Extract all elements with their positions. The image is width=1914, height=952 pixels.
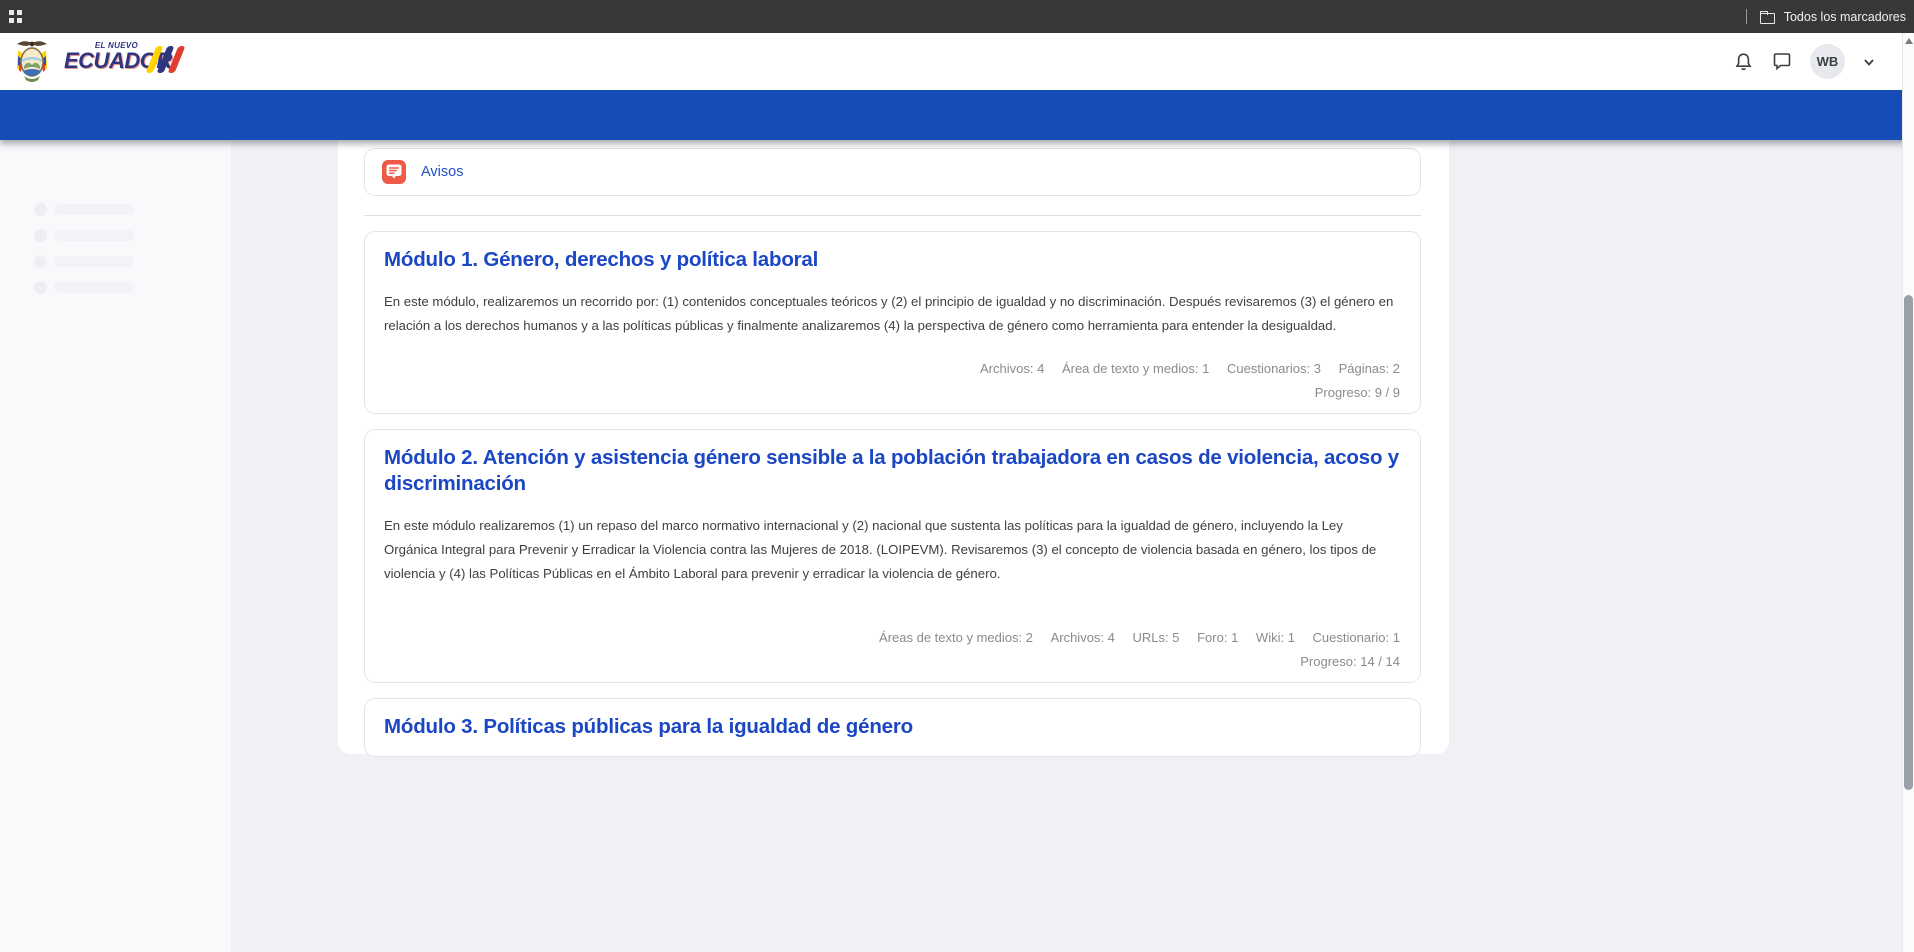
course-index-drawer [0,140,231,952]
module-1-description: En este módulo, realizaremos un recorrid… [384,290,1400,338]
stat-item: Cuestionarios: 3 [1227,361,1321,376]
stat-item: Archivos: 4 [980,361,1044,376]
stat-item: Archivos: 4 [1051,630,1115,645]
module-2-title-link[interactable]: Módulo 2. Atención y asistencia género s… [384,445,1400,497]
scrollbar-up-arrow[interactable] [1905,38,1913,44]
module-1-title-link[interactable]: Módulo 1. Género, derechos y política la… [384,247,1400,273]
all-bookmarks-button[interactable]: Todos los marcadores [1784,10,1906,24]
stat-item: URLs: 5 [1133,630,1180,645]
module-1-progress: Progreso: 9 / 9 [384,385,1400,400]
announcements-card[interactable]: Avisos [364,148,1421,196]
logo-slashes-icon [151,46,180,73]
module-2-progress: Progreso: 14 / 14 [384,654,1400,669]
module-2-activity-summary: Áreas de texto y medios: 2 Archivos: 4 U… [384,630,1400,669]
window-scrollbar[interactable] [1902,33,1914,952]
el-nuevo-ecuador-wordmark: EL NUEVO ECUADOR [64,38,176,84]
folder-icon [1760,11,1775,23]
stat-item: Cuestionario: 1 [1313,630,1400,645]
stat-item: Páginas: 2 [1339,361,1400,376]
stat-item: Áreas de texto y medios: 2 [879,630,1033,645]
apps-grid-icon[interactable] [9,10,22,23]
site-logo[interactable]: EL NUEVO ECUADOR [14,38,176,84]
user-avatar[interactable]: WB [1810,44,1845,79]
module-3-title-link[interactable]: Módulo 3. Políticas públicas para la igu… [384,714,1400,740]
skeleton-item [34,255,134,268]
page-background: Avisos Módulo 1. Género, derechos y polí… [0,140,1914,952]
module-1-card: Módulo 1. Género, derechos y política la… [364,231,1421,414]
forum-announcement-icon [382,160,406,184]
ecuador-coat-of-arms-icon [14,38,50,84]
module-2-description: En este módulo realizaremos (1) un repas… [384,514,1400,586]
scrollbar-thumb[interactable] [1904,295,1913,790]
stat-item: Foro: 1 [1197,630,1238,645]
section-divider [364,215,1421,216]
primary-navbar [0,90,1914,140]
chevron-down-icon[interactable] [1862,55,1876,69]
skeleton-item [34,229,134,242]
module-2-card: Módulo 2. Atención y asistencia género s… [364,429,1421,683]
bookmarks-bar: Todos los marcadores [0,0,1914,33]
skeleton-item [34,281,134,294]
skeleton-item [34,203,134,216]
stat-item: Wiki: 1 [1256,630,1295,645]
notifications-bell-icon[interactable] [1732,51,1754,73]
module-3-card: Módulo 3. Políticas públicas para la igu… [364,698,1421,757]
module-1-activity-summary: Archivos: 4 Área de texto y medios: 1 Cu… [384,361,1400,400]
stat-item: Área de texto y medios: 1 [1062,361,1209,376]
messages-chat-icon[interactable] [1771,51,1793,73]
announcements-link[interactable]: Avisos [421,164,463,180]
bookmarks-separator [1746,9,1747,24]
course-content-container: Avisos Módulo 1. Género, derechos y polí… [338,140,1449,754]
site-header: EL NUEVO ECUADOR WB [0,33,1914,90]
